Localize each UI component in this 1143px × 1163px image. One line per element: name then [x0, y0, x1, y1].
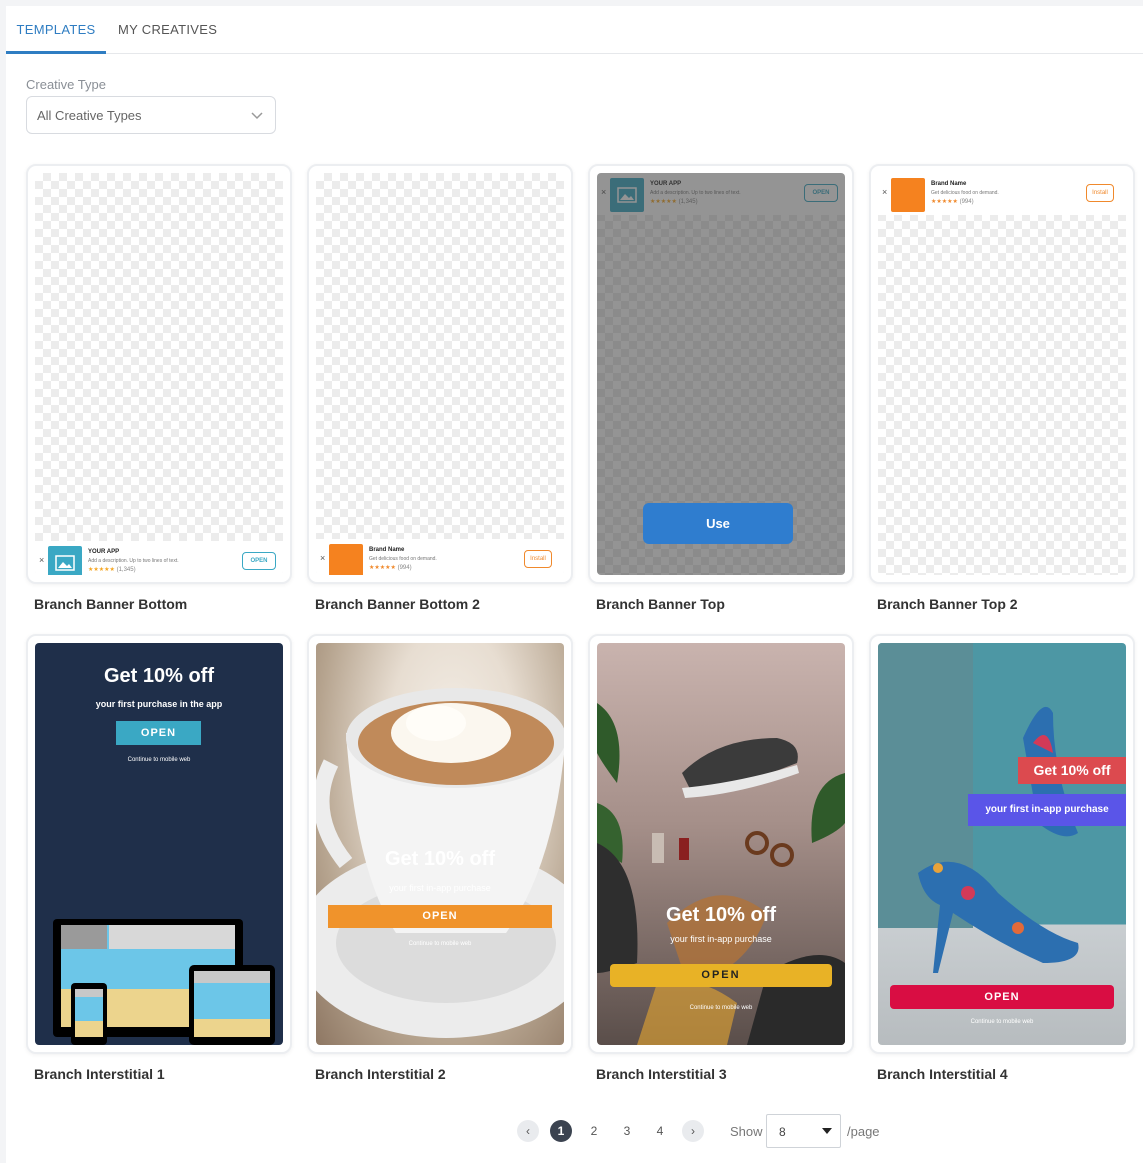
brand-logo	[891, 178, 925, 212]
banner-install-button: Install	[524, 550, 552, 568]
template-title: Branch Interstitial 3	[596, 1066, 727, 1082]
interstitial-subtitle: your first purchase in the app	[95, 699, 223, 709]
banner-app-name: YOUR APP	[88, 549, 120, 555]
template-preview: Get 10% off your first in-app purchase O…	[316, 643, 564, 1045]
continue-to-mobile-web-link: Continue to mobile web	[127, 757, 191, 763]
prev-page-button[interactable]: ‹	[517, 1120, 539, 1142]
template-preview: × YOUR APP Add a description. Up to two …	[597, 173, 845, 575]
interstitial-subtitle: your first in-app purchase	[670, 934, 772, 944]
coffee-cup-photo	[316, 688, 564, 1038]
per-page-select[interactable]: 8	[766, 1114, 841, 1148]
template-title: Branch Banner Top 2	[877, 596, 1018, 612]
brand-logo	[329, 544, 363, 575]
interstitial-open-button: OPEN	[890, 985, 1114, 1009]
continue-to-mobile-web-link: Continue to mobile web	[408, 941, 472, 947]
template-title: Branch Banner Top	[596, 596, 725, 612]
creative-type-value: All Creative Types	[37, 108, 142, 123]
close-icon: ×	[882, 187, 888, 197]
caret-down-icon	[822, 1128, 832, 1134]
rating-stars: ★★★★★ (994)	[931, 199, 974, 205]
banner-app-name: Brand Name	[369, 547, 405, 553]
continue-to-mobile-web-link: Continue to mobile web	[970, 1019, 1034, 1025]
page-1-button[interactable]: 1	[550, 1120, 572, 1142]
banner-open-button: OPEN	[242, 552, 276, 570]
show-label: Show	[730, 1124, 763, 1139]
banner-description: Get delicious food on demand.	[931, 190, 999, 196]
template-title: Branch Banner Bottom 2	[315, 596, 480, 612]
template-preview: × Brand Name Get delicious food on deman…	[878, 173, 1126, 575]
template-card-interstitial-2[interactable]: Get 10% off your first in-app purchase O…	[307, 634, 573, 1054]
template-card-interstitial-3[interactable]: Get 10% off your first in-app purchase O…	[588, 634, 854, 1054]
banner-description: Get delicious food on demand.	[369, 556, 437, 562]
banner-app-name: Brand Name	[931, 181, 967, 187]
interstitial-headline: Get 10% off	[103, 665, 215, 687]
continue-to-mobile-web-link: Continue to mobile web	[689, 1005, 753, 1011]
template-card-interstitial-1[interactable]: Get 10% off your first purchase in the a…	[26, 634, 292, 1054]
image-placeholder-icon	[48, 546, 82, 575]
template-preview: Get 10% off your first in-app purchase O…	[597, 643, 845, 1045]
interstitial-headline: Get 10% off	[665, 904, 777, 926]
template-preview: × YOUR APP Add a description. Up to two …	[35, 173, 283, 575]
per-page-value: 8	[779, 1125, 786, 1139]
page-4-button[interactable]: 4	[649, 1120, 671, 1142]
app-banner: × Brand Name Get delicious food on deman…	[316, 539, 564, 575]
devices-illustration	[53, 919, 275, 1045]
template-card-banner-bottom-2[interactable]: × Brand Name Get delicious food on deman…	[307, 164, 573, 584]
app-banner: × YOUR APP Add a description. Up to two …	[35, 541, 283, 575]
interstitial-subtitle: your first in-app purchase	[389, 883, 491, 893]
creative-type-label: Creative Type	[26, 77, 106, 92]
interstitial-open-button: OPEN	[610, 964, 832, 987]
template-card-banner-bottom[interactable]: × YOUR APP Add a description. Up to two …	[26, 164, 292, 584]
chevron-down-icon	[251, 112, 263, 120]
template-title: Branch Interstitial 1	[34, 1066, 165, 1082]
template-card-banner-top-2[interactable]: × Brand Name Get delicious food on deman…	[869, 164, 1135, 584]
banner-install-button: Install	[1086, 184, 1114, 202]
page-3-button[interactable]: 3	[616, 1120, 638, 1142]
close-icon: ×	[39, 555, 45, 565]
template-card-interstitial-4[interactable]: Get 10% off your first in-app purchase O…	[869, 634, 1135, 1054]
template-title: Branch Interstitial 4	[877, 1066, 1008, 1082]
tab-templates[interactable]: TEMPLATES	[6, 6, 106, 54]
tab-bar: TEMPLATES MY CREATIVES	[6, 6, 1143, 54]
creative-type-select[interactable]: All Creative Types	[26, 96, 276, 134]
template-preview: Get 10% off your first purchase in the a…	[35, 643, 283, 1045]
close-icon: ×	[320, 553, 326, 563]
use-template-button[interactable]: Use	[643, 503, 793, 544]
interstitial-subtitle: your first in-app purchase	[968, 794, 1126, 826]
rating-stars: ★★★★★ (1,345)	[88, 567, 136, 573]
tab-my-creatives[interactable]: MY CREATIVES	[118, 6, 217, 54]
template-preview: Get 10% off your first in-app purchase O…	[878, 643, 1126, 1045]
next-page-button[interactable]: ›	[682, 1120, 704, 1142]
template-title: Branch Banner Bottom	[34, 596, 188, 612]
interstitial-headline: Get 10% off	[384, 848, 496, 870]
banner-description: Add a description. Up to two lines of te…	[88, 558, 179, 564]
page-2-button[interactable]: 2	[583, 1120, 605, 1142]
template-title: Branch Interstitial 2	[315, 1066, 446, 1082]
template-preview: × Brand Name Get delicious food on deman…	[316, 173, 564, 575]
per-page-suffix: /page	[847, 1124, 880, 1139]
rating-stars: ★★★★★ (994)	[369, 565, 412, 571]
template-card-banner-top[interactable]: × YOUR APP Add a description. Up to two …	[588, 164, 854, 584]
interstitial-open-button: OPEN	[328, 905, 552, 928]
app-banner: × Brand Name Get delicious food on deman…	[878, 173, 1126, 215]
interstitial-headline: Get 10% off	[1018, 757, 1126, 784]
interstitial-open-button: OPEN	[116, 721, 201, 745]
